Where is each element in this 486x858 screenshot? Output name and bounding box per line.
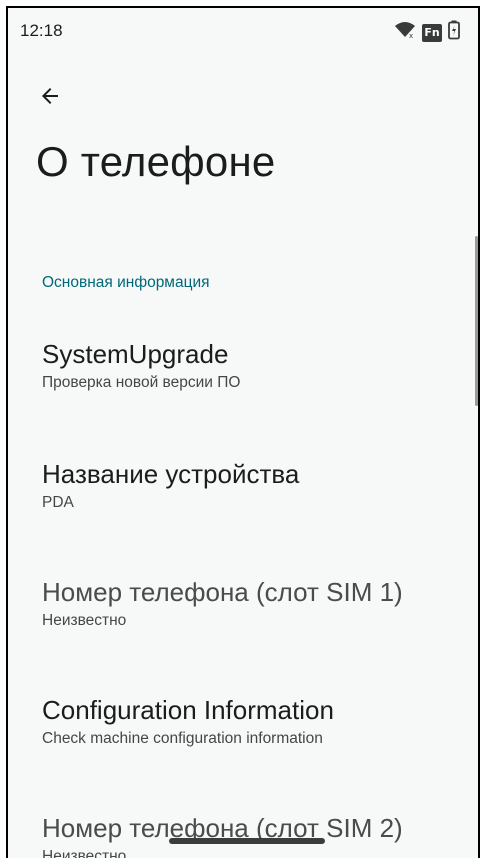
screen: 12:18 x Fn О телефоне Основная информаци… [6, 6, 480, 858]
pref-summary: Неизвестно [42, 848, 127, 858]
pref-title: Configuration Information [42, 695, 334, 725]
battery-icon [448, 20, 460, 45]
pref-item-configuration-information[interactable]: Configuration Information Check machine … [42, 694, 472, 750]
arrow-back-icon [38, 84, 62, 113]
pref-summary: Check machine configuration information [42, 730, 323, 747]
pref-title: Номер телефона (слот SIM 1) [42, 577, 403, 607]
page-title: О телефоне [36, 138, 276, 185]
status-icons: x Fn [394, 20, 460, 45]
wifi-icon: x [394, 21, 416, 44]
pref-summary: PDA [42, 494, 74, 511]
scrollbar[interactable] [475, 236, 478, 406]
pref-item-phone-number-sim1[interactable]: Номер телефона (слот SIM 1) Неизвестно [42, 576, 472, 632]
pref-summary: Проверка новой версии ПО [42, 374, 241, 391]
navigation-handle[interactable] [169, 838, 325, 844]
status-time: 12:18 [20, 21, 63, 40]
svg-text:x: x [409, 32, 413, 39]
pref-item-system-upgrade[interactable]: SystemUpgrade Проверка новой версии ПО [42, 338, 472, 394]
section-header: Основная информация [42, 274, 210, 291]
pref-summary: Неизвестно [42, 612, 127, 629]
pref-item-device-name[interactable]: Название устройства PDA [42, 458, 472, 514]
pref-title: SystemUpgrade [42, 339, 229, 369]
status-bar: 12:18 x Fn [8, 8, 478, 52]
pref-item-phone-number-sim2[interactable]: Номер телефона (слот SIM 2) Неизвестно [42, 812, 472, 858]
pref-title: Название устройства [42, 459, 300, 489]
fn-badge: Fn [422, 23, 442, 42]
back-button[interactable] [32, 80, 68, 116]
